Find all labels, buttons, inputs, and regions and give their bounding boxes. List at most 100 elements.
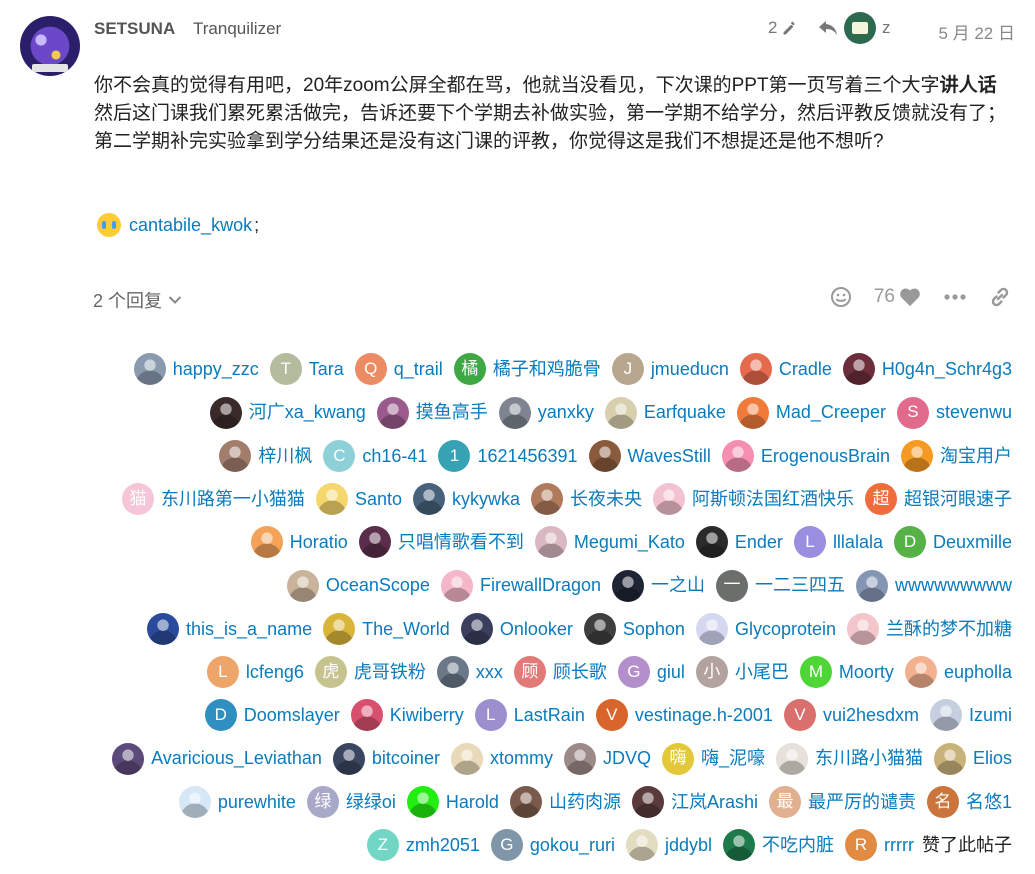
liker-item[interactable]: JDVQ bbox=[563, 738, 651, 780]
liker-item[interactable]: 猫东川路第一小猫猫 bbox=[121, 478, 305, 520]
replies-label: 2 个回复 bbox=[93, 291, 163, 311]
author-username[interactable]: SETSUNA bbox=[94, 19, 175, 39]
liker-item[interactable]: T Tara bbox=[269, 348, 344, 390]
liker-item[interactable]: L LastRain bbox=[474, 694, 585, 736]
liker-item[interactable]: purewhite bbox=[178, 781, 296, 823]
liker-item[interactable]: xtommy bbox=[450, 738, 553, 780]
liker-item[interactable]: this_is_a_name bbox=[147, 608, 312, 650]
reaction-smiley-icon[interactable] bbox=[830, 286, 852, 308]
liker-item[interactable]: Rrrrrr bbox=[845, 824, 914, 866]
liker-item[interactable]: Vvestinage.h-2001 bbox=[595, 694, 773, 736]
liker-name: ch16-41 bbox=[362, 445, 428, 466]
liker-item[interactable]: Cradle bbox=[739, 348, 832, 390]
liker-item[interactable]: Harold bbox=[406, 781, 499, 823]
liker-item[interactable]: 山药肉源 bbox=[509, 781, 621, 823]
liker-name: 梓川枫 bbox=[258, 445, 313, 466]
liker-item[interactable]: Ender bbox=[695, 521, 783, 563]
liker-item[interactable]: 绿绿绿oi bbox=[306, 781, 396, 823]
liker-item[interactable]: Megumi_Kato bbox=[534, 521, 685, 563]
liker-name: 顾长歌 bbox=[552, 661, 607, 682]
liker-avatar bbox=[358, 526, 391, 559]
liker-item[interactable]: 河广xa_kwang bbox=[209, 392, 366, 434]
liker-item[interactable]: jddybl bbox=[625, 824, 712, 866]
liker-item[interactable]: Llllalala bbox=[793, 521, 883, 563]
liker-item[interactable]: Kiwiberry bbox=[350, 694, 464, 736]
liker-item[interactable]: 兰酥的梦不加糖 bbox=[847, 608, 1012, 650]
liker-item[interactable]: Glycoprotein bbox=[695, 608, 836, 650]
liker-avatar: G bbox=[617, 656, 650, 688]
liker-item[interactable]: happy_zzc bbox=[133, 348, 259, 390]
liker-item[interactable]: Sstevenwu bbox=[896, 392, 1012, 434]
more-options-icon[interactable] bbox=[943, 293, 967, 301]
liker-item[interactable]: 淘宝用户 bbox=[901, 435, 1012, 477]
liker-item[interactable]: Izumi bbox=[929, 694, 1012, 736]
liker-avatar bbox=[219, 439, 252, 472]
liker-item[interactable]: wwwwwwwww bbox=[856, 565, 1012, 607]
liker-item[interactable]: Vvui2hesdxm bbox=[783, 694, 919, 736]
liker-item[interactable]: 长夜未央 bbox=[531, 478, 642, 520]
liker-item[interactable]: 最最严厉的谴责 bbox=[768, 781, 916, 823]
liker-item[interactable]: Elios bbox=[933, 738, 1012, 780]
liker-item[interactable]: 虎虎哥铁粉 bbox=[314, 651, 426, 693]
liker-item[interactable]: Earfquake bbox=[604, 392, 726, 434]
liker-item[interactable]: D Deuxmille bbox=[893, 521, 1012, 563]
liker-item[interactable]: Qq_trail bbox=[354, 348, 443, 390]
liker-item[interactable]: 超超银河眼速子 bbox=[865, 478, 1012, 520]
liker-item[interactable]: OceanScope bbox=[286, 565, 430, 607]
liker-item[interactable]: Onlooker bbox=[460, 608, 573, 650]
liker-item[interactable]: 江岚Arashi bbox=[631, 781, 758, 823]
liker-item[interactable]: FirewallDragon bbox=[440, 565, 601, 607]
liker-item[interactable]: The_World bbox=[323, 608, 450, 650]
liker-item[interactable]: Jjmueducn bbox=[611, 348, 729, 390]
liker-item[interactable]: Ggokou_ruri bbox=[490, 824, 615, 866]
liker-item[interactable]: Mad_Creeper bbox=[736, 392, 886, 434]
liker-item[interactable]: eupholla bbox=[904, 651, 1012, 693]
liker-item[interactable]: 1 1621456391 bbox=[438, 435, 578, 477]
liker-item[interactable]: ErogenousBrain bbox=[721, 435, 890, 477]
post-date[interactable]: 5 月 22 日 bbox=[938, 19, 1015, 44]
liker-item[interactable]: Avaricious_Leviathan bbox=[112, 738, 322, 780]
liker-item[interactable]: 只唱情歌看不到 bbox=[358, 521, 524, 563]
share-link-icon[interactable] bbox=[989, 286, 1011, 308]
liker-avatar bbox=[112, 742, 145, 775]
liker-item[interactable]: kykywka bbox=[412, 478, 520, 520]
liker-item[interactable]: Santo bbox=[315, 478, 402, 520]
liker-avatar bbox=[350, 699, 383, 732]
liker-item[interactable]: Horatio bbox=[250, 521, 348, 563]
liker-item[interactable]: xxx bbox=[436, 651, 503, 693]
liker-item[interactable]: bitcoiner bbox=[332, 738, 440, 780]
reply-to-indicator[interactable]: z bbox=[818, 12, 891, 44]
author-avatar[interactable] bbox=[20, 16, 80, 76]
liker-item[interactable]: 一一二三四五 bbox=[716, 565, 845, 607]
like-button[interactable]: 76 bbox=[874, 286, 921, 308]
liker-item[interactable]: 梓川枫 bbox=[219, 435, 312, 477]
liker-item[interactable]: D Doomslayer bbox=[204, 694, 340, 736]
liker-item[interactable]: Llcfeng6 bbox=[206, 651, 304, 693]
liker-item[interactable]: 顾顾长歌 bbox=[513, 651, 607, 693]
liker-item[interactable]: 小小尾巴 bbox=[695, 651, 789, 693]
liker-item[interactable]: 阿斯顿法国红酒快乐 bbox=[653, 478, 854, 520]
liker-name: wwwwwwwww bbox=[895, 575, 1012, 596]
liker-item[interactable]: 摸鱼高手 bbox=[376, 392, 488, 434]
liker-item[interactable]: Sophon bbox=[583, 608, 685, 650]
liker-item[interactable]: WavesStill bbox=[588, 435, 711, 477]
liker-item[interactable]: M Moorty bbox=[799, 651, 894, 693]
liker-item[interactable]: 东川路小猫猫 bbox=[775, 738, 923, 780]
liker-avatar bbox=[612, 569, 644, 602]
mention-link[interactable]: cantabile_kwok bbox=[129, 215, 252, 236]
show-replies-button[interactable]: 2 个回复 bbox=[93, 287, 182, 313]
liker-item[interactable]: Cch16-41 bbox=[323, 435, 427, 477]
liker-item[interactable]: yanxky bbox=[498, 392, 594, 434]
liker-item[interactable]: 名名悠1 bbox=[926, 781, 1012, 823]
liker-item[interactable]: Ggiul bbox=[617, 651, 685, 693]
author-full-name[interactable]: Tranquilizer bbox=[193, 19, 281, 39]
liker-item[interactable]: 不吃内脏 bbox=[723, 824, 834, 866]
liker-avatar: T bbox=[269, 353, 302, 386]
liker-item[interactable]: 嗨嗨_泥嚎 bbox=[661, 738, 765, 780]
liker-item[interactable]: 橘橘子和鸡脆骨 bbox=[453, 348, 601, 390]
liker-name: 1621456391 bbox=[477, 445, 578, 466]
liker-item[interactable]: 一之山 bbox=[612, 565, 705, 607]
liker-item[interactable]: Zzmh2051 bbox=[366, 824, 480, 866]
liker-item[interactable]: H0g4n_Schr4g3 bbox=[842, 348, 1012, 390]
edit-history-button[interactable]: 2 bbox=[768, 18, 798, 38]
